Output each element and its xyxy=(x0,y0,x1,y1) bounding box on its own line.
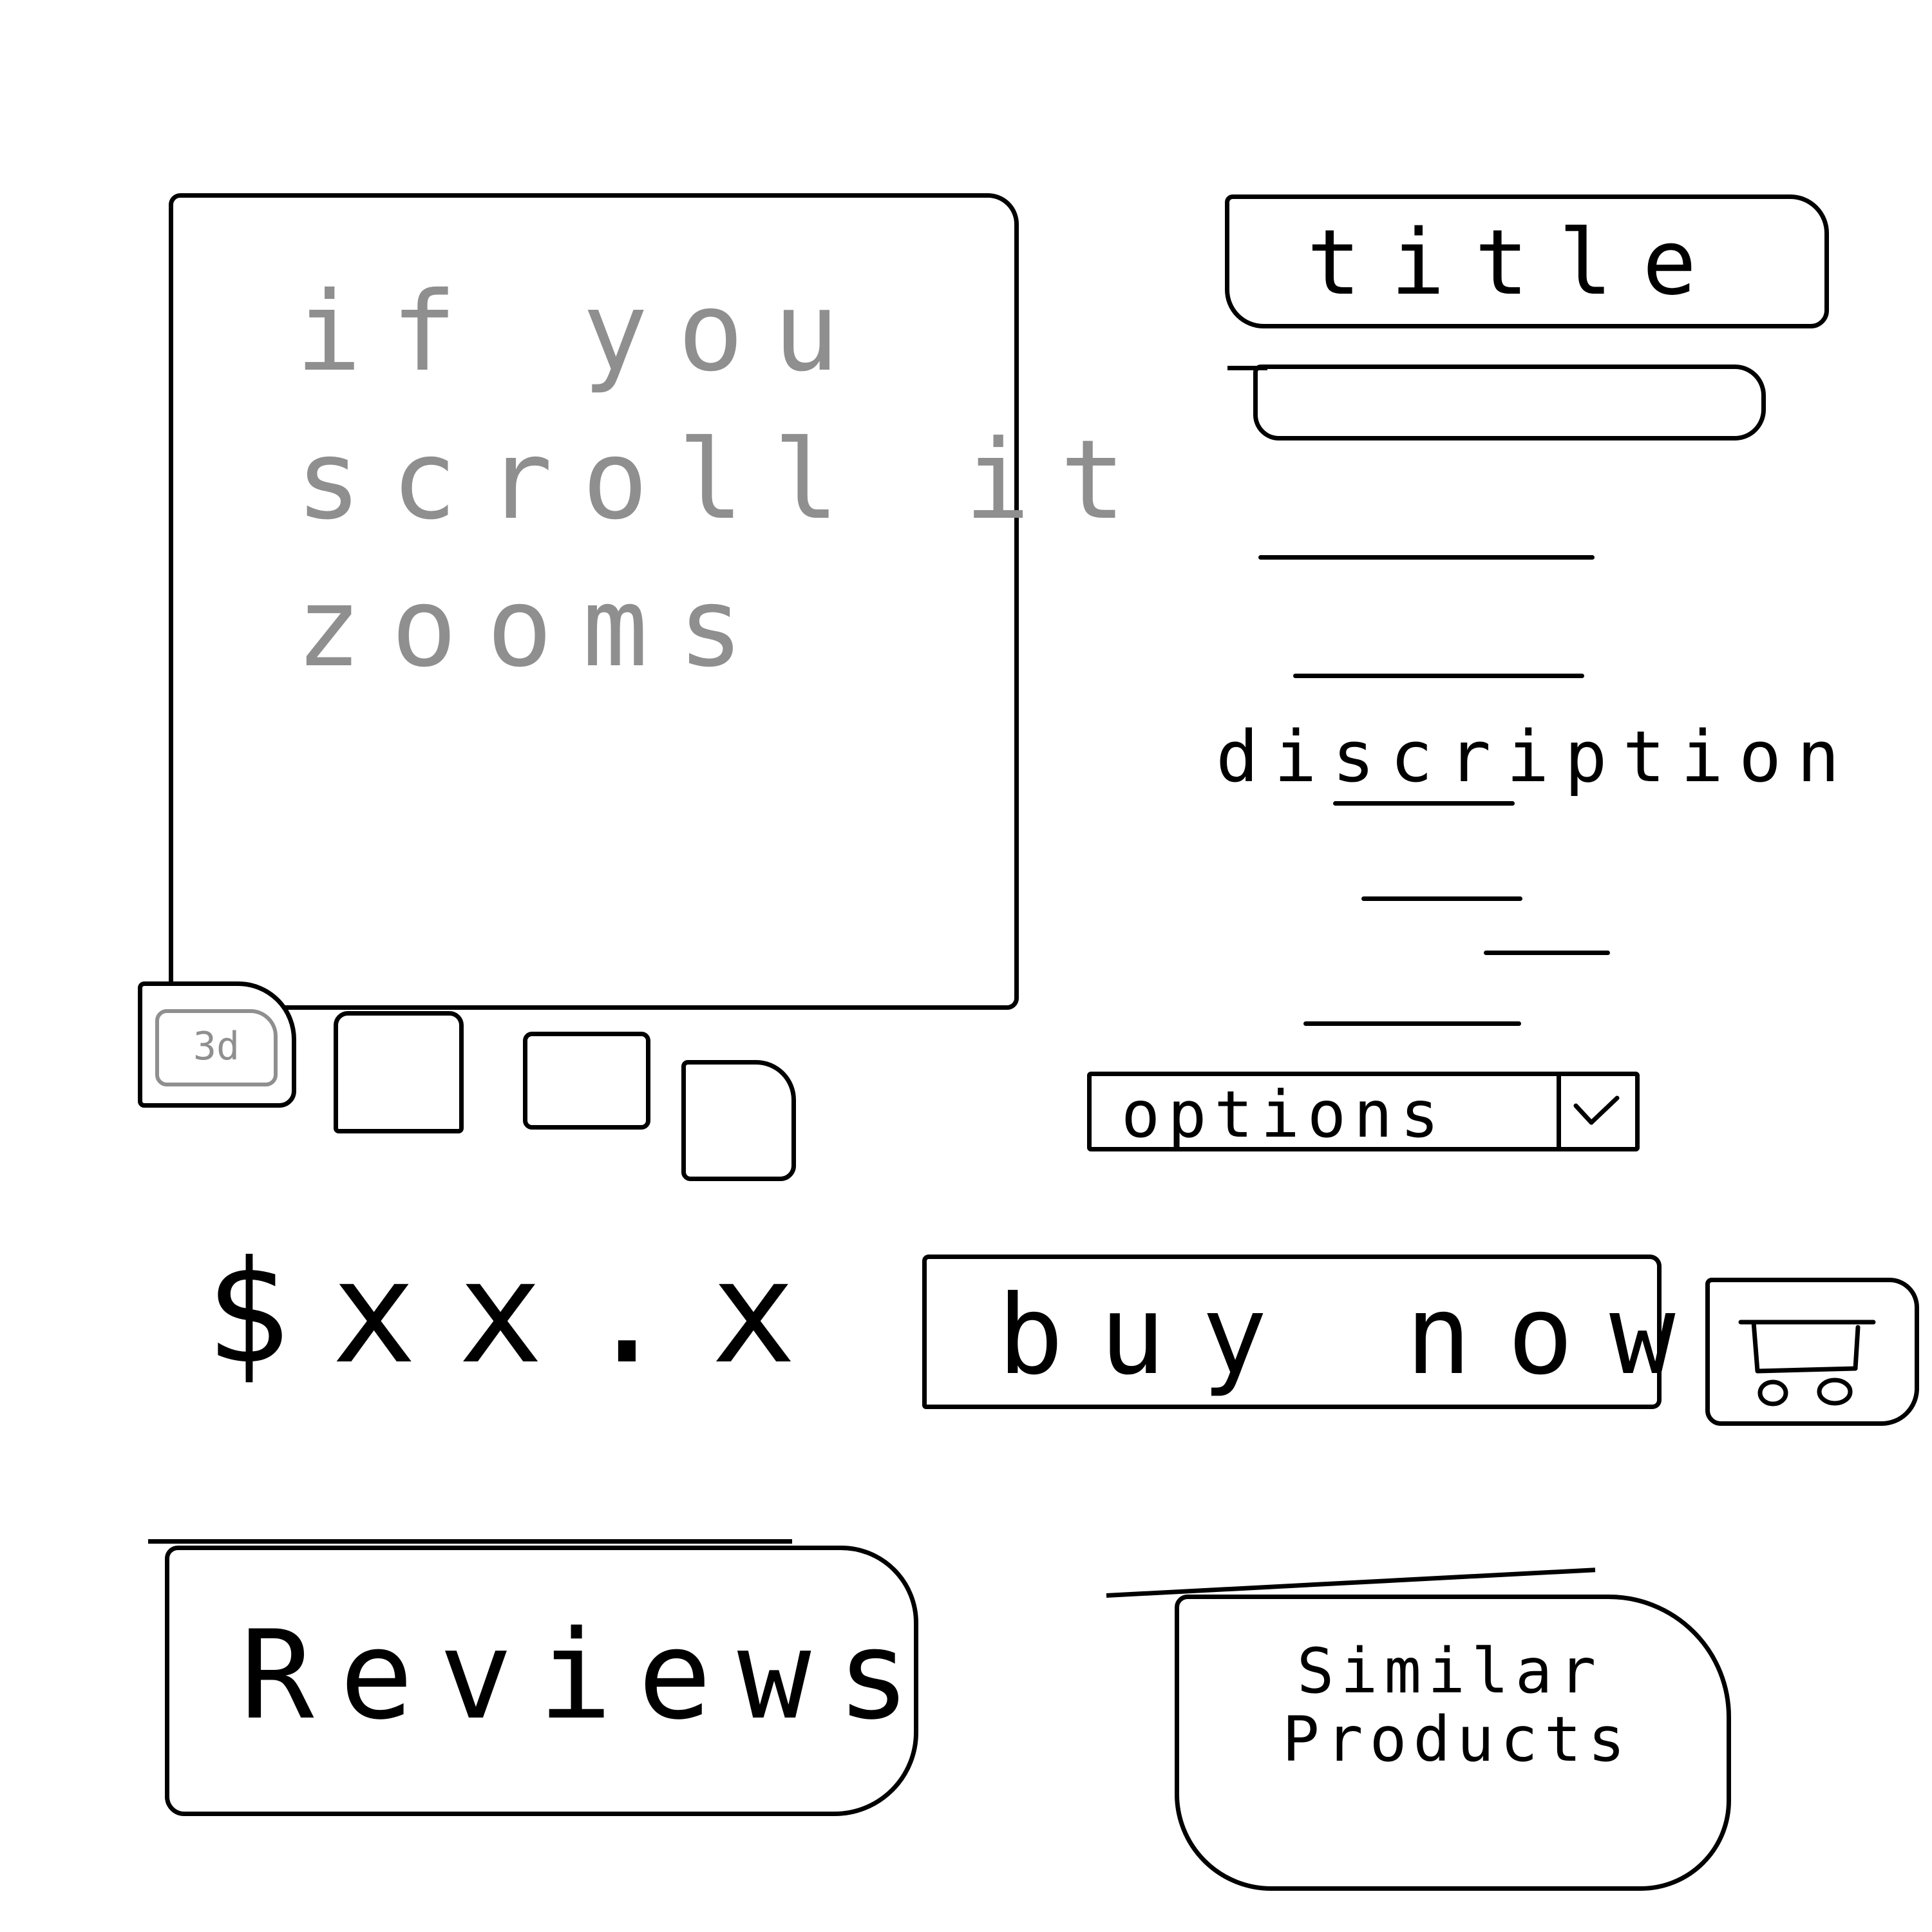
price: $xx.x xyxy=(205,1230,838,1395)
thumbnail-4[interactable] xyxy=(681,1060,796,1181)
add-to-cart-button[interactable] xyxy=(1705,1278,1919,1426)
description-line xyxy=(1361,896,1522,901)
reviews-label: Reviews xyxy=(240,1604,936,1747)
zoom-hint-text: if you scroll it zooms xyxy=(296,269,1156,692)
options-label: options xyxy=(1121,1077,1447,1152)
cart-icon xyxy=(1738,1320,1876,1406)
reviews-section[interactable]: Reviews xyxy=(165,1546,918,1816)
description-label: discription xyxy=(1216,715,1855,798)
subtitle-placeholder xyxy=(1253,365,1766,440)
buy-now-label: buy now xyxy=(998,1272,1712,1399)
options-divider xyxy=(1557,1076,1561,1147)
product-image[interactable]: if you scroll it zooms xyxy=(169,193,1156,1010)
description-line xyxy=(1293,674,1584,678)
product-title-label: title xyxy=(1307,211,1727,316)
description-line xyxy=(1258,555,1595,560)
thumbnail-3d[interactable]: 3d xyxy=(138,981,296,1108)
subtitle-mark xyxy=(1227,366,1267,370)
similar-products-section[interactable]: Similar Products xyxy=(1175,1595,1731,1891)
options-dropdown[interactable]: options xyxy=(1087,1072,1640,1151)
chevron-down-icon[interactable] xyxy=(1569,1086,1624,1135)
description-line xyxy=(1303,1021,1521,1026)
reviews-divider xyxy=(148,1539,792,1544)
thumbnail-3[interactable] xyxy=(523,1032,650,1130)
product-title: title xyxy=(1225,194,1829,328)
similar-products-label: Similar Products xyxy=(1282,1635,1632,1776)
description-line xyxy=(1484,951,1610,955)
buy-now-button[interactable]: buy now xyxy=(922,1255,1675,1409)
similar-products-divider xyxy=(1106,1567,1596,1598)
thumbnail-3d-label: 3d xyxy=(155,1009,278,1086)
description-line xyxy=(1333,801,1515,806)
thumbnail-2[interactable] xyxy=(334,1011,464,1133)
